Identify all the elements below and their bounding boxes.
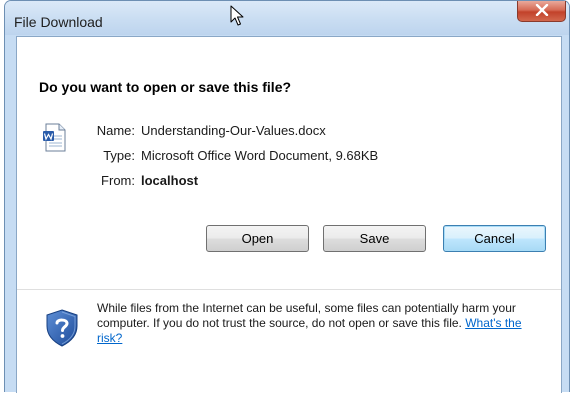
security-warning: While files from the Internet can be use… [97, 301, 547, 346]
security-warning-text: While files from the Internet can be use… [97, 301, 516, 330]
file-type-row: Type: Microsoft Office Word Document, 9.6… [81, 148, 378, 163]
file-name-row: Name: Understanding-Our-Values.docx [81, 123, 326, 138]
file-type-label: Type: [103, 148, 135, 163]
title-bar[interactable]: File Download [5, 1, 569, 35]
window-title: File Download [14, 14, 103, 30]
separator [17, 289, 561, 290]
security-shield-question-icon [45, 309, 79, 352]
dialog-question: Do you want to open or save this file? [39, 79, 292, 95]
file-from-label: From: [101, 173, 135, 188]
file-from-value: localhost [141, 173, 199, 188]
save-button[interactable]: Save [323, 225, 426, 252]
file-from-row: From: localhost [81, 173, 198, 188]
close-x-icon [535, 4, 549, 16]
dialog-body: Do you want to open or save this file? N… [16, 36, 562, 393]
file-name-value: Understanding-Our-Values.docx [141, 123, 326, 138]
open-button[interactable]: Open [206, 225, 309, 252]
mouse-cursor-icon [230, 5, 244, 32]
cancel-button[interactable]: Cancel [443, 225, 546, 252]
file-download-window: File Download Do you want to open or sav… [4, 0, 570, 393]
close-button[interactable] [517, 1, 566, 22]
file-type-value: Microsoft Office Word Document, 9.68KB [141, 148, 379, 163]
word-document-icon [42, 123, 68, 158]
file-name-label: Name: [96, 123, 135, 138]
